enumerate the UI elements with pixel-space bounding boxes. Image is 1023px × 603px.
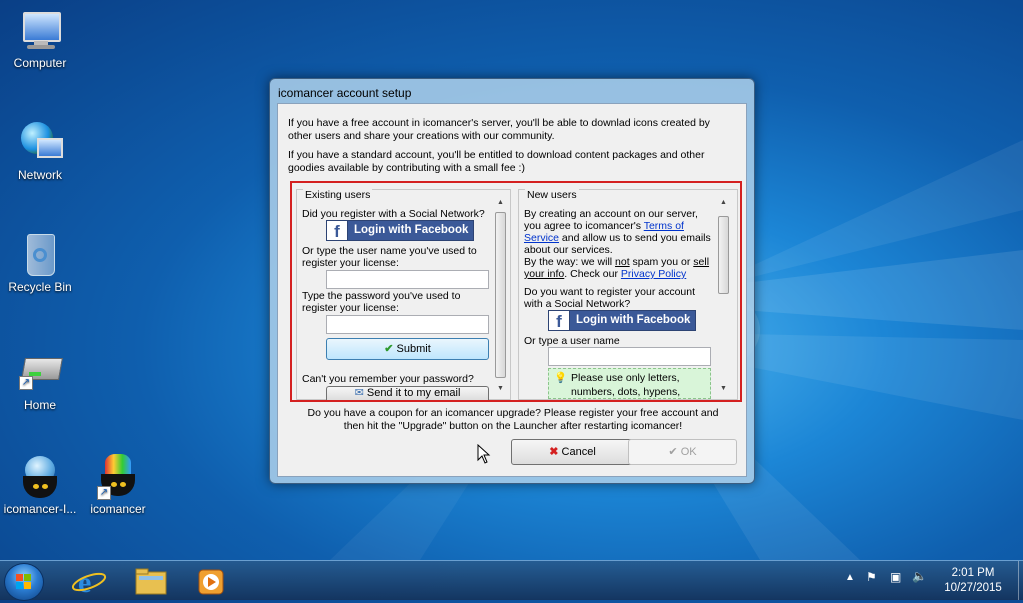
new-facebook-login-button[interactable]: f Login with Facebook [548,310,696,331]
facebook-icon: f [327,221,348,241]
windows-logo-icon [16,574,31,589]
scroll-down-arrow-icon[interactable]: ▼ [720,385,727,392]
cancel-button[interactable]: ✖ Cancel [511,439,634,465]
terms-notice: By creating an account on our server, yo… [524,208,716,256]
existing-users-title: Existing users [303,189,373,201]
desktop-icon-label: Home [23,398,56,412]
internet-explorer-icon: e [71,566,107,599]
privacy-text-mid2: . Check our [564,268,621,280]
existing-users-group: Existing users Did you register with a S… [296,189,511,400]
highlight-box: Existing users Did you register with a S… [290,181,742,402]
submit-button-label: Submit [396,343,431,355]
desktop-icon-network[interactable]: Network [0,120,80,182]
show-hidden-icons-icon[interactable]: ▲ [845,572,855,583]
scroll-up-arrow-icon[interactable]: ▲ [720,199,727,206]
existing-password-input[interactable] [326,315,489,334]
desktop-icon-label: icomancer-I... [3,502,77,516]
icomancer-cauldron-icon [17,454,63,498]
forgot-password-question: Can't you remember your password? [302,373,474,385]
existing-scrollbar[interactable]: ▲ ▼ [494,198,508,396]
media-player-icon [198,569,224,595]
dialog-title: icomancer account setup [278,86,412,100]
dialog-client-area: If you have a free account in icomancer'… [277,103,747,477]
intro-standard-account: If you have a standard account, you'll b… [288,149,705,174]
taskbar-media-player[interactable] [190,564,232,598]
desktop-icon-label: Network [17,168,62,182]
facebook-button-label: Login with Facebook [354,224,469,236]
lightbulb-icon: 💡 [554,372,568,384]
ok-button-label: OK [680,446,697,458]
submit-button[interactable]: ✔ Submit [326,338,489,360]
home-drive-icon: ↗ [17,350,63,394]
send-button-label: Send it to my email [366,387,461,399]
scrollbar-thumb[interactable] [718,216,729,294]
facebook-button-label: Login with Facebook [576,314,691,326]
username-hint: 💡 Please use only letters, numbers, dots… [548,368,711,399]
computer-icon [17,8,63,52]
scrollbar-thumb[interactable] [495,212,506,378]
existing-username-input[interactable] [326,270,489,289]
existing-password-prompt: Type the password you've used to registe… [302,290,461,314]
scroll-up-arrow-icon[interactable]: ▲ [497,199,504,206]
show-desktop-button[interactable] [1018,561,1023,600]
taskbar-internet-explorer[interactable]: e [68,564,110,599]
desktop-icon-label: Recycle Bin [8,280,72,294]
volume-icon[interactable]: 🔈 [912,569,927,583]
send-password-button[interactable]: ✉ Send it to my email [326,386,489,400]
existing-facebook-login-button[interactable]: f Login with Facebook [326,220,474,241]
desktop-icon-icomancer[interactable]: ↗ icomancer [78,454,158,516]
privacy-text: By the way: we will [524,256,616,268]
existing-username-prompt: Or type the user name you've used to reg… [302,245,477,269]
new-username-input[interactable] [548,347,711,366]
clock-date: 10/27/2015 [944,582,1002,594]
recycle-bin-icon [17,232,63,276]
new-users-group: New users By creating an account on our … [518,189,738,400]
hint-text: Please use only letters, numbers, dots, … [571,372,681,398]
start-button[interactable] [4,563,44,601]
desktop-icon-label: Computer [13,56,67,70]
existing-social-question: Did you register with a Social Network? [302,208,485,220]
intro-free-account: If you have a free account in icomancer'… [288,117,710,142]
desktop-icon-home[interactable]: ↗ Home [0,350,80,412]
network-tray-icon[interactable]: ▣ [890,570,901,584]
desktop-icon-label: icomancer [90,502,146,516]
taskbar-file-explorer[interactable] [130,564,172,598]
privacy-policy-link[interactable]: Privacy Policy [621,268,686,280]
action-center-flag-icon[interactable]: ⚑ [866,570,877,584]
cancel-x-icon: ✖ [549,446,559,458]
account-setup-dialog: icomancer account setup If you have a fr… [269,78,755,484]
privacy-notice: By the way: we will not spam you or sell… [524,256,716,280]
network-icon [17,120,63,164]
clock-time: 2:01 PM [951,567,995,579]
taskbar: e ▲ ⚑ ▣ 🔈 2:01 PM 10/27/2015 [0,560,1023,601]
new-users-scrollbar[interactable]: ▲ ▼ [717,198,731,396]
scroll-down-arrow-icon[interactable]: ▼ [497,385,504,392]
coupon-notice: Do you have a coupon for an icomancer up… [307,407,719,432]
ok-button[interactable]: ✔ OK [628,439,737,465]
desktop-icon-computer[interactable]: Computer [0,8,80,70]
icomancer-shortcut-icon: ↗ [95,454,141,500]
envelope-icon: ✉ [354,387,364,399]
cancel-button-label: Cancel [561,446,596,458]
desktop-icon-icomancer-installer[interactable]: icomancer-I... [0,454,80,516]
mouse-cursor-icon [477,444,491,464]
facebook-icon: f [549,311,570,331]
new-username-prompt: Or type a user name [524,335,620,347]
system-clock[interactable]: 2:01 PM 10/27/2015 [930,566,1016,596]
file-explorer-icon [135,568,167,595]
new-users-title: New users [525,189,579,201]
checkmark-icon: ✔ [384,343,394,355]
checkmark-icon: ✔ [668,446,678,458]
svg-text:e: e [78,566,91,598]
new-social-question: Do you want to register your account wit… [524,286,696,310]
desktop-icon-recycle-bin[interactable]: Recycle Bin [0,232,80,294]
privacy-text-mid: spam you or [629,256,694,268]
not-emphasis: not [615,256,630,268]
